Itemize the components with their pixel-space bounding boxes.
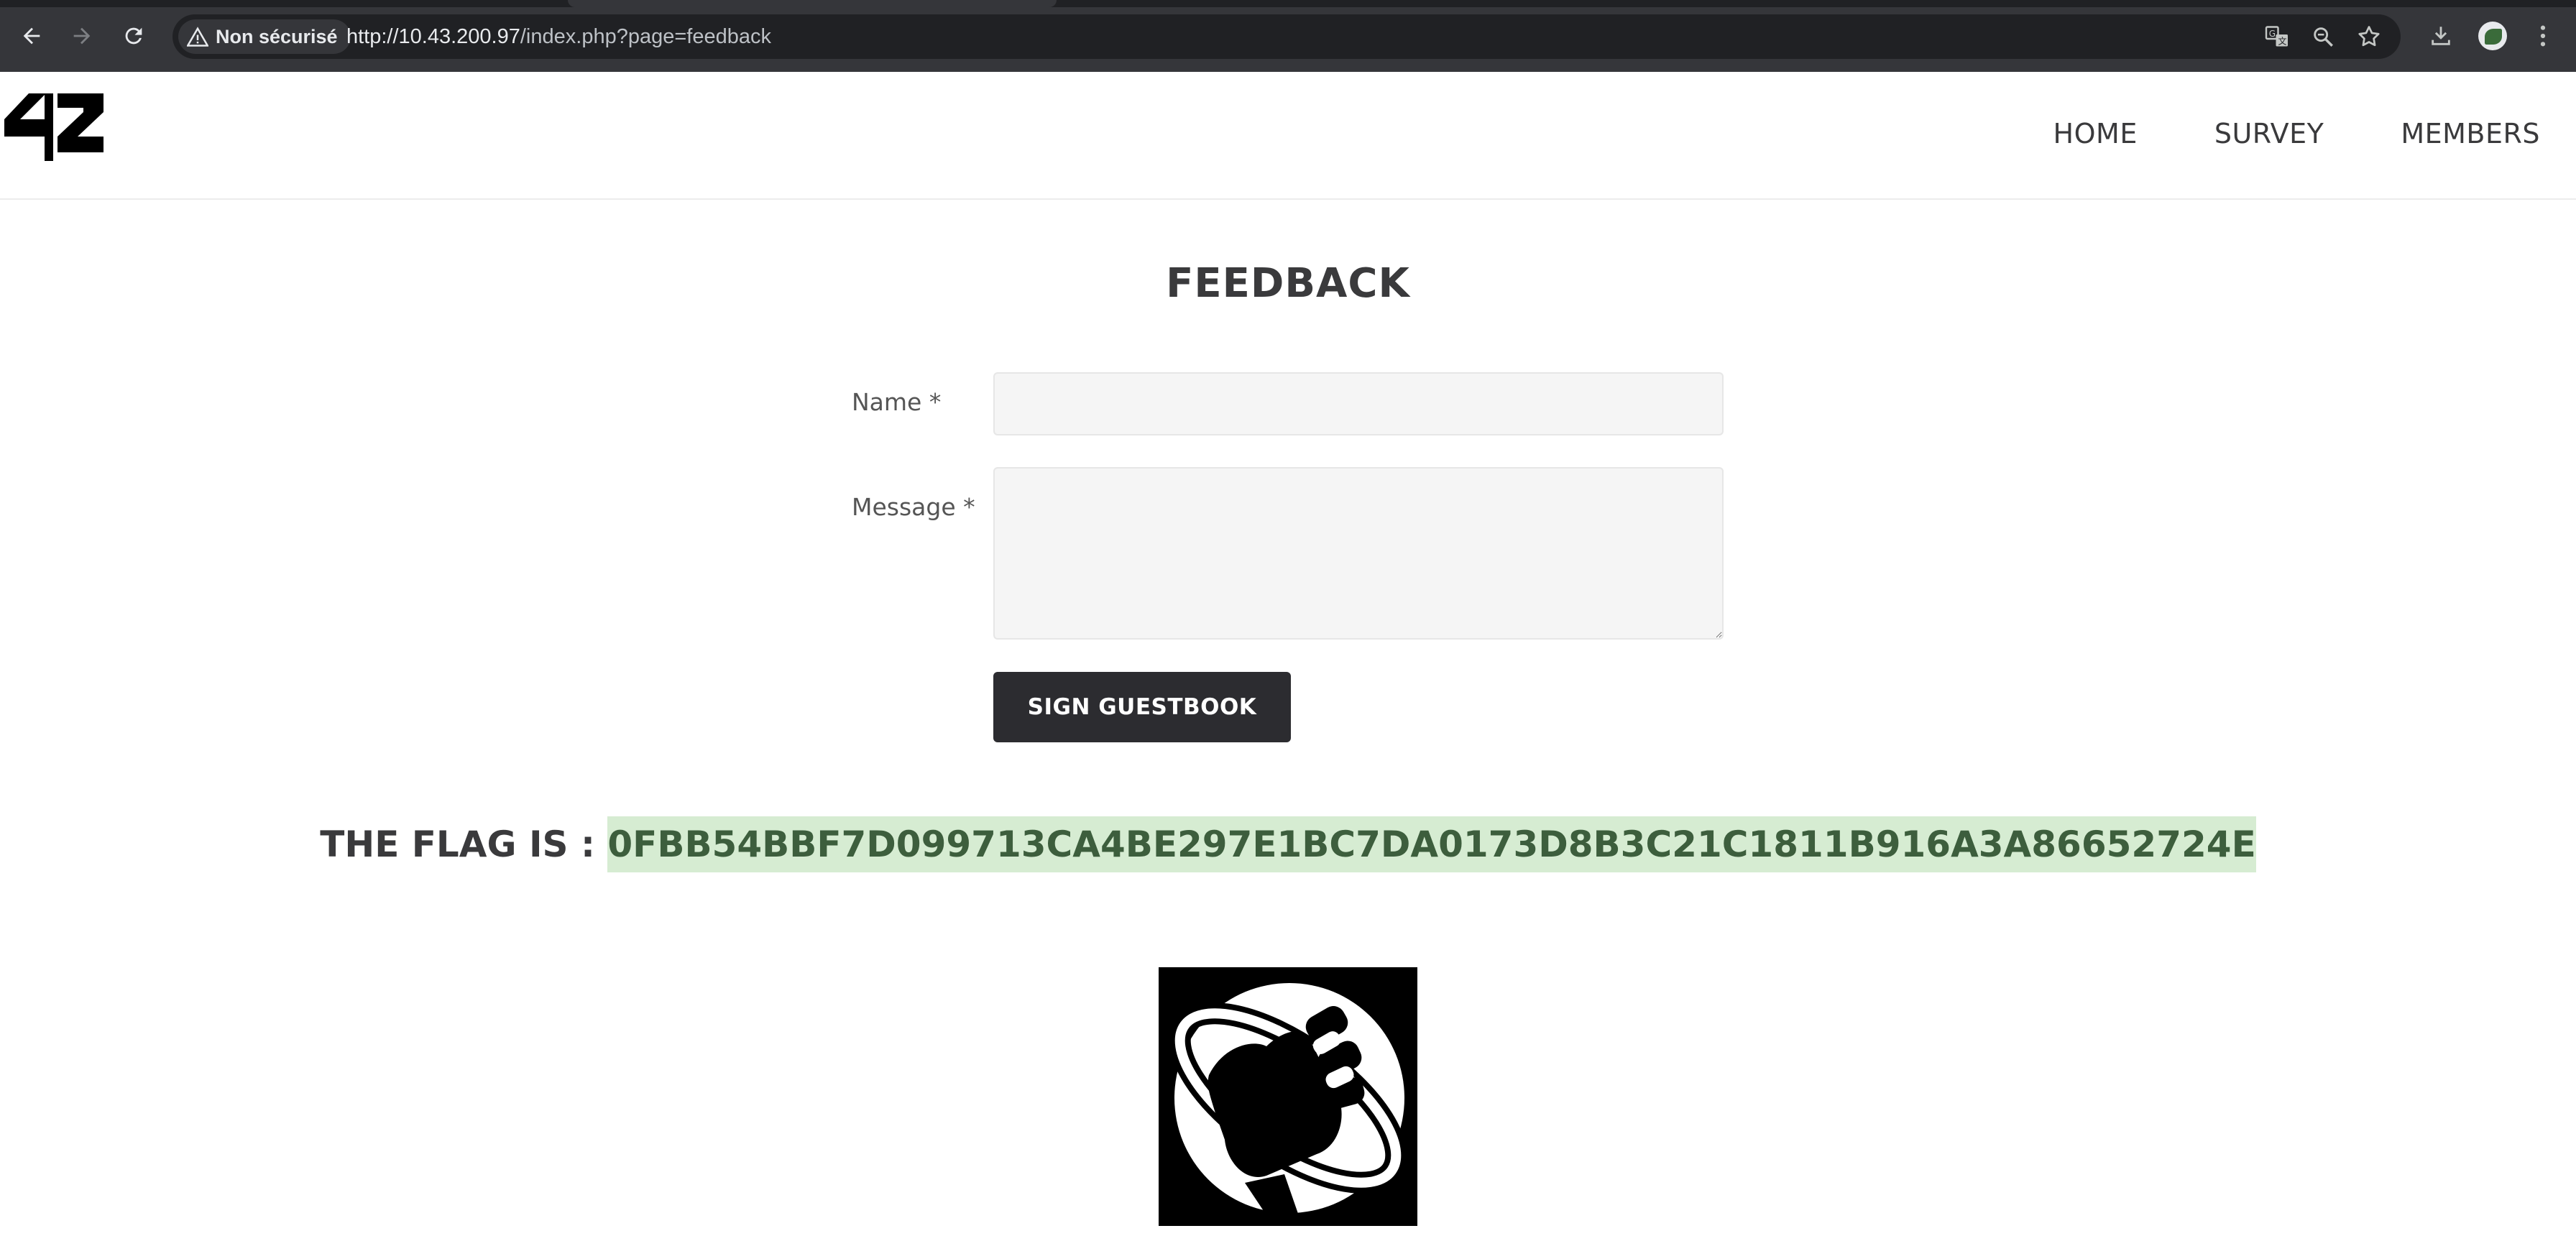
bookmark-star-icon[interactable] <box>2353 21 2385 52</box>
nav-home[interactable]: HOME <box>2053 118 2138 149</box>
url-path: /index.php?page=feedback <box>520 25 771 48</box>
browser-toolbar: Non sécurisé http://10.43.200.97/index.p… <box>0 0 2576 73</box>
page-title: FEEDBACK <box>1166 260 1410 307</box>
reload-icon[interactable] <box>115 17 152 55</box>
profile-avatar[interactable] <box>2474 17 2511 55</box>
flag-value[interactable]: 0FBB54BBF7D099713CA4BE297E1BC7DA0173D8B3… <box>607 816 2256 872</box>
warning-icon <box>187 27 208 47</box>
download-icon[interactable] <box>2422 17 2460 55</box>
svg-text:G: G <box>2269 29 2276 39</box>
site-header: HOME SURVEY MEMBERS <box>0 72 2576 200</box>
message-textarea[interactable] <box>993 467 1724 640</box>
logo-42[interactable] <box>3 92 104 161</box>
zoom-icon[interactable] <box>2307 21 2339 52</box>
translate-icon[interactable]: G文 <box>2261 21 2293 52</box>
url-host: http://10.43.200.97 <box>346 25 520 48</box>
tab-strip <box>0 0 2576 7</box>
address-bar[interactable]: Non sécurisé http://10.43.200.97/index.p… <box>172 14 2401 59</box>
flag-line: THE FLAG IS : 0FBB54BBF7D099713CA4BE297E… <box>0 816 2576 872</box>
url-text[interactable]: http://10.43.200.97/index.php?page=feedb… <box>346 14 771 59</box>
flag-prefix: THE FLAG IS : <box>320 824 595 865</box>
name-label: Name * <box>852 388 942 416</box>
nav-members[interactable]: MEMBERS <box>2401 118 2540 149</box>
back-arrow-icon[interactable] <box>13 17 50 55</box>
security-label: Non sécurisé <box>216 25 338 47</box>
main-nav: HOME SURVEY MEMBERS <box>2053 72 2576 195</box>
svg-text:文: 文 <box>2278 36 2287 47</box>
message-label: Message * <box>852 493 975 521</box>
sign-guestbook-button[interactable]: SIGN GUESTBOOK <box>993 672 1291 742</box>
active-tab-edge[interactable] <box>568 0 1057 7</box>
name-input[interactable] <box>993 372 1724 435</box>
forward-arrow-icon[interactable] <box>63 17 101 55</box>
security-chip[interactable]: Non sécurisé <box>178 19 351 54</box>
kebab-menu-icon[interactable] <box>2524 17 2562 55</box>
nav-survey[interactable]: SURVEY <box>2214 118 2324 149</box>
hitchhiker-thumb-planet-logo <box>1159 967 1417 1226</box>
